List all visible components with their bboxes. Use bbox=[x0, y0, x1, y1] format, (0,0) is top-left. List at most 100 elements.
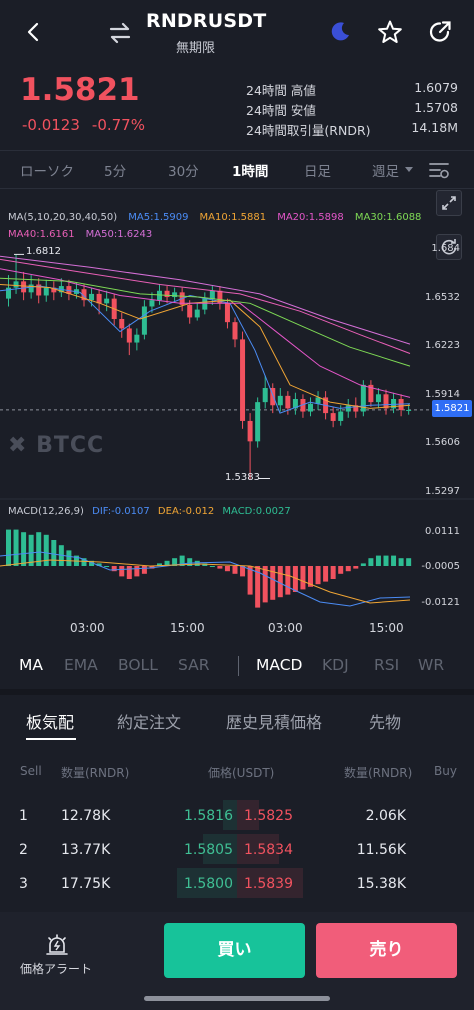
ask-price[interactable]: 1.5825 bbox=[244, 808, 293, 824]
candle bbox=[13, 281, 19, 288]
y-tick: 1.6532 bbox=[425, 292, 460, 303]
ma10-value: MA10:1.5881 bbox=[199, 212, 267, 223]
low-marker: 1.5383 bbox=[225, 472, 260, 483]
macd-bar bbox=[224, 566, 230, 572]
section-gap bbox=[0, 689, 474, 695]
bid-qty[interactable]: 17.75K bbox=[61, 876, 110, 892]
tab-5m[interactable]: 5分 bbox=[104, 160, 126, 180]
buy-button[interactable]: 買い bbox=[164, 923, 305, 978]
back-icon[interactable] bbox=[22, 20, 46, 44]
candle bbox=[164, 290, 170, 298]
macd-bar bbox=[360, 563, 366, 566]
price-alert-icon[interactable] bbox=[44, 932, 70, 958]
symbol-title[interactable]: RNDRUSDT bbox=[146, 10, 266, 32]
macd-bar bbox=[277, 566, 283, 598]
header-price: 価格(USDT) bbox=[208, 766, 275, 780]
star-icon[interactable] bbox=[377, 19, 403, 45]
candle bbox=[375, 394, 381, 403]
bid-price[interactable]: 1.5805 bbox=[184, 842, 233, 858]
indicator-sar[interactable]: SAR bbox=[178, 656, 210, 674]
macd-y-tick: -0.0005 bbox=[421, 561, 460, 572]
chart-settings-icon[interactable] bbox=[428, 160, 450, 180]
macd-bar bbox=[368, 558, 374, 566]
tab-1d[interactable]: 日足 bbox=[304, 160, 331, 180]
macd-bar bbox=[119, 566, 125, 577]
change-pct: -0.77% bbox=[91, 116, 145, 134]
macd-bar bbox=[217, 566, 223, 569]
tab-1h[interactable]: 1時間 bbox=[232, 160, 268, 180]
change-abs: -0.0123 bbox=[22, 116, 80, 134]
tab-candles[interactable]: ローソク bbox=[20, 160, 74, 180]
stat-high-value: 1.6079 bbox=[414, 80, 458, 95]
share-icon[interactable] bbox=[427, 19, 453, 45]
x-tick: 03:00 bbox=[268, 621, 303, 635]
ask-price[interactable]: 1.5839 bbox=[244, 876, 293, 892]
candle bbox=[187, 304, 193, 318]
ma-legend: MA(5,10,20,30,40,50) MA5:1.5909 MA10:1.5… bbox=[8, 208, 428, 242]
ask-qty[interactable]: 11.56K bbox=[357, 842, 406, 858]
tab-trades[interactable]: 約定注文 bbox=[117, 709, 181, 733]
moon-icon[interactable] bbox=[328, 20, 352, 44]
macd-bar bbox=[338, 566, 344, 574]
bid-price[interactable]: 1.5800 bbox=[184, 876, 233, 892]
y-tick: 1.6223 bbox=[425, 340, 460, 351]
bid-qty[interactable]: 12.78K bbox=[61, 808, 110, 824]
macd-bar bbox=[345, 566, 351, 572]
candle bbox=[285, 395, 291, 409]
sell-button[interactable]: 売り bbox=[316, 923, 457, 978]
stat-low-label: 24時間 安値 bbox=[246, 103, 316, 118]
candle bbox=[202, 298, 208, 310]
macd-bar bbox=[104, 566, 110, 567]
bid-price[interactable]: 1.5816 bbox=[184, 808, 233, 824]
macd-legend-title: MACD(12,26,9) bbox=[8, 506, 84, 517]
candle bbox=[315, 397, 321, 404]
candle bbox=[172, 292, 178, 298]
candle bbox=[43, 287, 49, 296]
macd-bar bbox=[141, 566, 147, 574]
candle bbox=[240, 339, 246, 421]
indicator-boll[interactable]: BOLL bbox=[118, 656, 158, 674]
active-tab-underline bbox=[26, 738, 76, 740]
indicator-ema[interactable]: EMA bbox=[64, 656, 98, 674]
ma30-value: MA30:1.6088 bbox=[354, 212, 422, 223]
btcc-watermark: ✖ BTCC bbox=[8, 433, 105, 458]
current-price-tag: 1.5821 bbox=[432, 400, 472, 417]
candle bbox=[338, 411, 344, 421]
indicator-separator bbox=[238, 656, 239, 676]
macd-bar bbox=[300, 566, 306, 590]
indicator-kdj[interactable]: KDJ bbox=[322, 656, 349, 674]
divider bbox=[0, 188, 474, 189]
fullscreen-button[interactable] bbox=[436, 190, 462, 216]
indicator-wr[interactable]: WR bbox=[418, 656, 444, 674]
ask-qty[interactable]: 15.38K bbox=[357, 876, 406, 892]
candlestick-chart[interactable] bbox=[0, 190, 474, 642]
ask-price[interactable]: 1.5834 bbox=[244, 842, 293, 858]
bid-qty[interactable]: 13.77K bbox=[61, 842, 110, 858]
indicator-ma[interactable]: MA bbox=[19, 656, 43, 674]
candle bbox=[277, 395, 283, 406]
candle bbox=[345, 405, 351, 412]
tab-futures[interactable]: 先物 bbox=[369, 709, 401, 733]
tab-30m[interactable]: 30分 bbox=[168, 160, 199, 180]
tab-1w[interactable]: 週足 bbox=[372, 160, 399, 180]
ask-qty[interactable]: 2.06K bbox=[366, 808, 406, 824]
tab-history[interactable]: 歴史見積価格 bbox=[226, 709, 322, 733]
candle bbox=[255, 402, 261, 442]
x-tick: 15:00 bbox=[369, 621, 404, 635]
indicator-rsi[interactable]: RSI bbox=[374, 656, 399, 674]
macd-bar bbox=[232, 566, 238, 574]
swap-icon[interactable] bbox=[108, 22, 132, 44]
price-alert-label[interactable]: 価格アラート bbox=[20, 960, 92, 977]
row-index: 1 bbox=[19, 808, 28, 824]
macd-bar bbox=[194, 560, 200, 566]
macd-bar bbox=[353, 566, 359, 569]
chevron-down-icon[interactable] bbox=[405, 167, 413, 172]
candle bbox=[262, 388, 268, 403]
watermark-text: BTCC bbox=[36, 433, 105, 458]
macd-bar bbox=[13, 529, 19, 566]
tab-orderbook[interactable]: 板気配 bbox=[26, 709, 74, 733]
indicator-macd[interactable]: MACD bbox=[256, 656, 302, 674]
candle bbox=[308, 403, 313, 412]
macd-bar bbox=[126, 566, 132, 579]
candle bbox=[383, 394, 389, 409]
